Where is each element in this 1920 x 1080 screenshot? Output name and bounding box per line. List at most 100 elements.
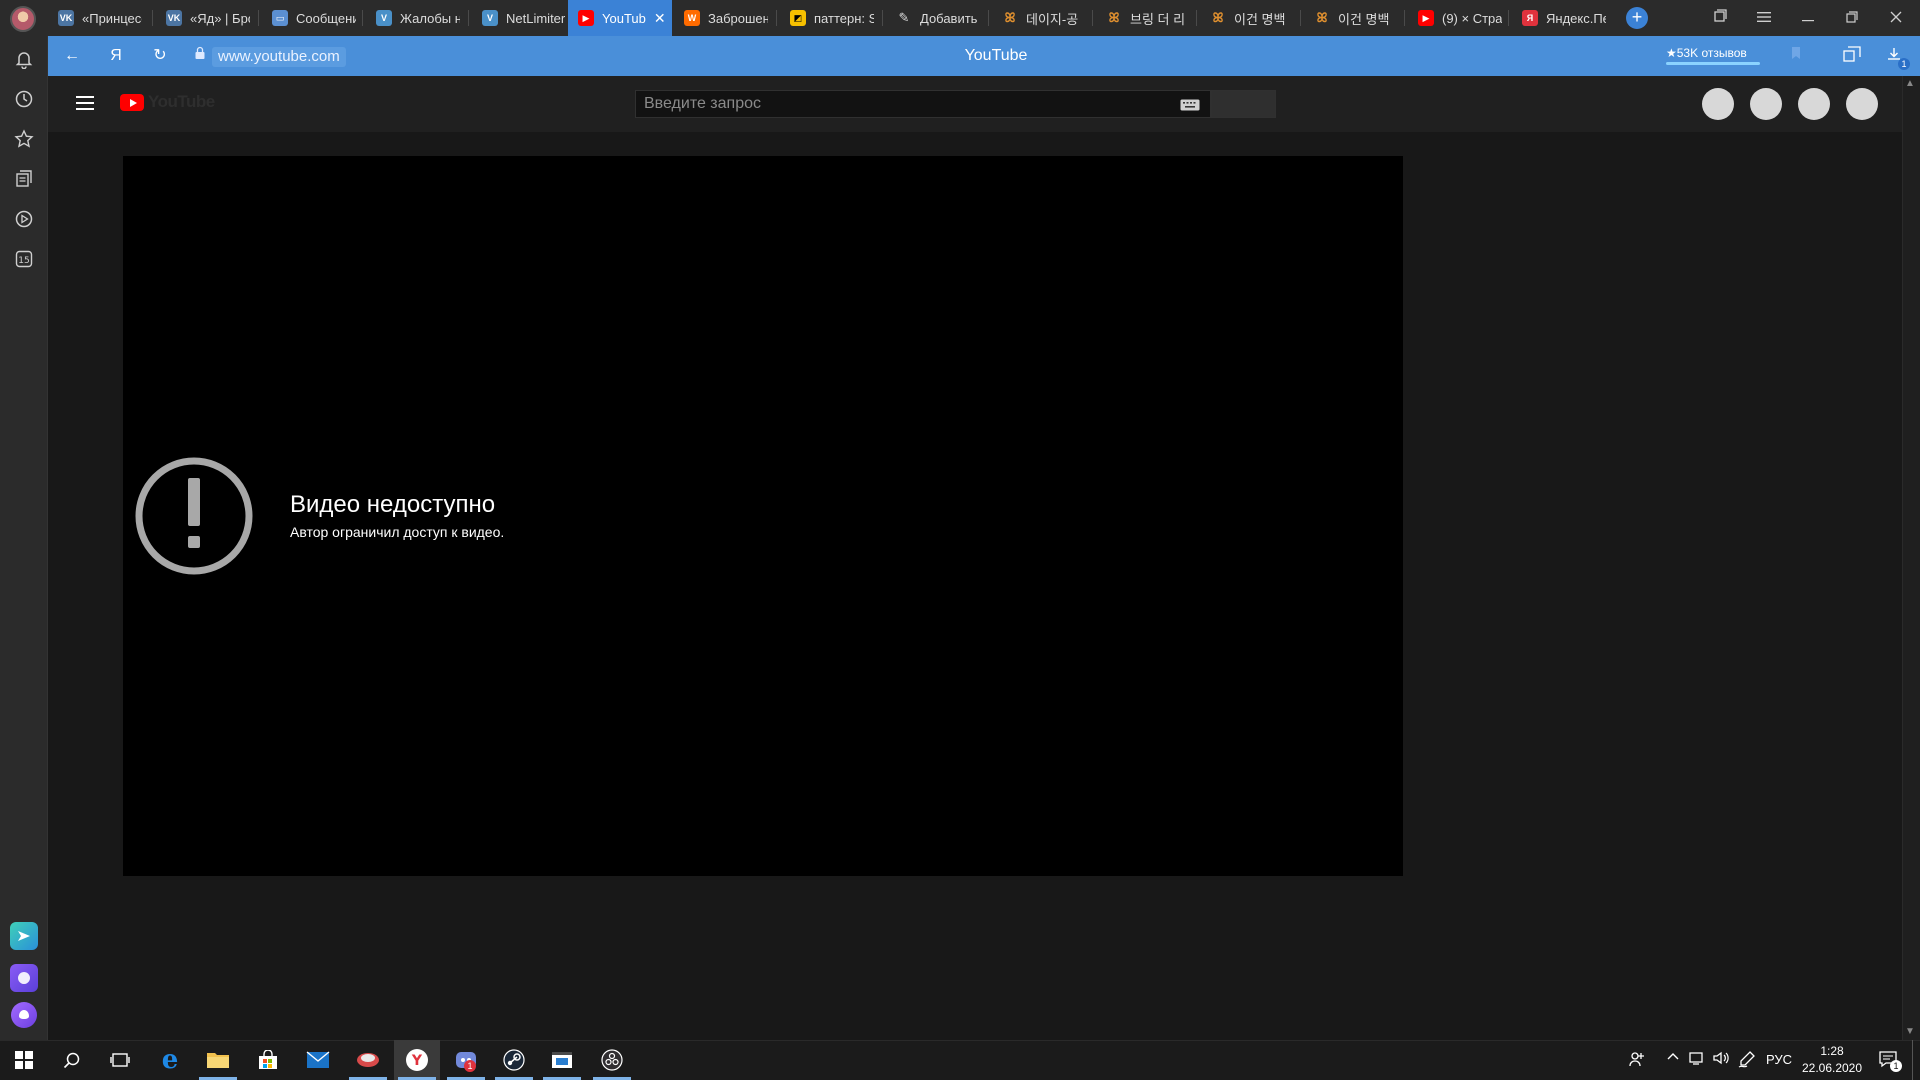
notifications-button[interactable] — [1798, 88, 1830, 120]
volume-icon[interactable] — [1712, 1050, 1730, 1072]
youtube-logo-text[interactable]: YouTube — [148, 92, 215, 112]
obs-icon[interactable] — [588, 1040, 636, 1080]
menu-icon[interactable] — [1754, 8, 1774, 28]
tab-7[interactable]: W Заброшен — [674, 4, 774, 32]
people-icon[interactable] — [1628, 1050, 1646, 1074]
tab-separator — [468, 10, 469, 26]
tab-11[interactable]: ꕤ 브링 더 리 — [1096, 4, 1196, 32]
address-bar: ← Я ↻ www.youtube.com YouTube ★53K отзыв… — [48, 36, 1920, 76]
tab-label: Заброшен — [708, 10, 768, 26]
youtube-logo-icon[interactable] — [120, 94, 144, 111]
close-tab-icon[interactable]: ✕ — [654, 10, 666, 27]
store-icon[interactable] — [244, 1040, 292, 1080]
search-input[interactable] — [644, 91, 1164, 117]
search-taskbar-icon[interactable] — [48, 1040, 96, 1080]
tab-14[interactable]: ▶ (9) × Стра — [1408, 4, 1508, 32]
tab-12[interactable]: ꕤ 이건 명백 — [1200, 4, 1300, 32]
video-icon[interactable] — [12, 207, 36, 231]
bookmark-icon[interactable] — [1786, 46, 1806, 66]
pen-icon: ✎ — [898, 10, 910, 25]
show-desktop-button[interactable] — [1912, 1040, 1920, 1080]
tab-8[interactable]: ◩ паттерн: S — [780, 4, 880, 32]
tab-2[interactable]: VK «Яд» | Бро — [156, 4, 256, 32]
notepad-app-icon[interactable] — [538, 1040, 586, 1080]
collections-button-icon[interactable] — [1842, 46, 1862, 66]
new-tab-button[interactable]: + — [1626, 7, 1648, 29]
tab-separator — [1196, 10, 1197, 26]
history-icon[interactable] — [12, 87, 36, 111]
search-box — [635, 90, 1211, 118]
downloads-badge: 1 — [1898, 58, 1910, 70]
game-app-icon[interactable] — [344, 1040, 392, 1080]
star-icon[interactable] — [12, 127, 36, 151]
tray-expand-icon[interactable] — [1666, 1050, 1680, 1070]
pen-workspace-icon[interactable] — [1738, 1050, 1756, 1074]
yandex-home-button[interactable]: Я — [106, 46, 126, 66]
page-scrollbar[interactable] — [1902, 76, 1920, 1040]
tab-1[interactable]: VK «Принцесс — [48, 4, 148, 32]
tab-5[interactable]: V NetLimiter — [472, 4, 566, 32]
tab-youtube-active[interactable]: ▶ YouTub ✕ — [568, 0, 672, 36]
apps-button[interactable] — [1750, 88, 1782, 120]
tab-label: NetLimiter — [506, 10, 566, 26]
reviews-badge[interactable]: ★53K отзывов — [1666, 43, 1747, 63]
messenger-app-icon[interactable] — [10, 922, 38, 950]
search-button[interactable] — [1211, 90, 1276, 118]
yandex-icon: Я — [1522, 10, 1538, 26]
scroll-up-icon[interactable]: ▲ — [1905, 78, 1915, 89]
minimize-icon[interactable] — [1798, 8, 1818, 28]
note-icon: ꕤ — [1212, 10, 1224, 25]
tab-label: паттерн: S — [814, 10, 874, 26]
input-language[interactable]: РУС — [1766, 1050, 1792, 1070]
collections-icon[interactable] — [12, 167, 36, 191]
url-field[interactable]: www.youtube.com — [212, 47, 346, 67]
account-avatar[interactable] — [1846, 88, 1878, 120]
tab-separator — [1300, 10, 1301, 26]
tabs-menu-icon[interactable] — [1710, 8, 1730, 28]
tab-13[interactable]: ꕤ 이건 명백 — [1304, 4, 1404, 32]
discord-badge: 1 — [464, 1060, 476, 1072]
tab-9[interactable]: ✎ Добавить — [886, 4, 986, 32]
scroll-down-icon[interactable]: ▼ — [1905, 1026, 1915, 1037]
network-icon[interactable] — [1688, 1050, 1706, 1072]
error-title: Видео недоступно — [290, 491, 496, 518]
tab-separator — [258, 10, 259, 26]
steam-icon[interactable] — [490, 1040, 538, 1080]
tab-4[interactable]: V Жалобы н — [366, 4, 466, 32]
alice-app-icon[interactable] — [10, 964, 38, 992]
task-view-icon[interactable] — [96, 1040, 144, 1080]
profile-avatar[interactable] — [10, 6, 36, 32]
windows-start-icon[interactable] — [0, 1040, 48, 1080]
tab-3[interactable]: ▭ Сообщения — [262, 4, 362, 32]
tab-label: Яндекс.Пе — [1546, 10, 1606, 26]
reload-button[interactable]: ↻ — [150, 46, 170, 66]
restore-icon[interactable] — [1842, 8, 1862, 28]
edge-icon[interactable]: e — [146, 1040, 194, 1080]
note-icon: ꕤ — [1004, 10, 1016, 25]
tab-bar: VK «Принцесс VK «Яд» | Бро ▭ Сообщения V… — [0, 0, 1920, 36]
guide-menu-icon[interactable] — [76, 96, 94, 110]
tab-10[interactable]: ꕤ 데이지-공 — [992, 4, 1092, 32]
calendar-icon[interactable]: 15 — [12, 247, 36, 271]
bell-icon[interactable] — [12, 47, 36, 71]
clock-time: 1:28 — [1820, 1044, 1844, 1058]
close-window-icon[interactable] — [1886, 8, 1906, 28]
file-explorer-icon[interactable] — [194, 1040, 242, 1080]
note-icon: ꕤ — [1108, 10, 1120, 25]
screen: VK «Принцесс VK «Яд» | Бро ▭ Сообщения V… — [0, 0, 1920, 1080]
tab-separator — [882, 10, 883, 26]
tab-label: «Принцесс — [82, 10, 142, 26]
tab-label: 데이지-공 — [1026, 11, 1079, 27]
mail-icon[interactable] — [294, 1040, 342, 1080]
clock[interactable]: 1:28 22.06.2020 — [1800, 1043, 1864, 1077]
tab-label: Добавить — [920, 10, 978, 26]
create-button[interactable] — [1702, 88, 1734, 120]
keyboard-icon[interactable] — [1180, 98, 1200, 111]
yandex-browser-taskbar-icon[interactable]: Y — [394, 1040, 440, 1080]
tab-15[interactable]: Я Яндекс.Пе — [1512, 4, 1612, 32]
tab-label: 이건 명백 — [1234, 11, 1286, 27]
error-subtitle: Автор ограничил доступ к видео. — [290, 524, 505, 540]
lock-icon[interactable] — [190, 46, 210, 66]
voice-assistant-icon[interactable] — [11, 1002, 37, 1028]
back-button[interactable]: ← — [62, 46, 82, 66]
